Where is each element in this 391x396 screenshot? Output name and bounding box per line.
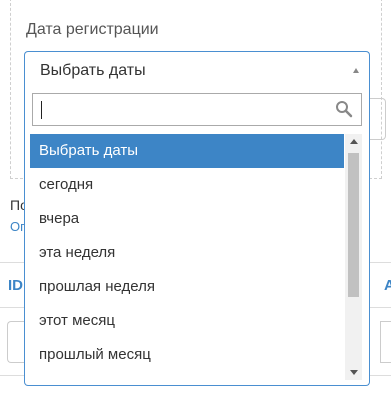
caret-up-icon[interactable]	[353, 68, 359, 73]
option-last-month[interactable]: прошлый месяц	[30, 338, 344, 372]
option-yesterday[interactable]: вчера	[30, 202, 344, 236]
search-icon	[336, 101, 353, 118]
date-range-select[interactable]: Выбрать даты	[24, 51, 370, 91]
option-today[interactable]: сегодня	[30, 168, 344, 202]
registration-date-label: Дата регистрации	[26, 21, 159, 38]
scroll-down-arrow-icon[interactable]	[350, 370, 358, 375]
option-month[interactable]: месяц	[30, 372, 344, 385]
partial-link[interactable]: Ог	[10, 219, 25, 234]
dropdown-search[interactable]	[32, 93, 362, 126]
adjacent-field[interactable]	[370, 98, 386, 140]
options-scrollbar[interactable]	[345, 134, 362, 380]
option-last-week[interactable]: прошлая неделя	[30, 270, 344, 304]
option-this-week[interactable]: эта неделя	[30, 236, 344, 270]
scroll-thumb[interactable]	[348, 153, 359, 297]
dropdown-search-input[interactable]	[33, 94, 333, 125]
date-range-dropdown: Выбрать даты сегодня вчера эта неделя пр…	[24, 90, 370, 386]
options-list: Выбрать даты сегодня вчера эта неделя пр…	[30, 134, 344, 385]
text-cursor	[41, 101, 42, 119]
table-header-id[interactable]: ID	[8, 277, 23, 294]
option-choose-dates[interactable]: Выбрать даты	[30, 134, 344, 168]
select-current-value: Выбрать даты	[40, 62, 146, 79]
table-header-right[interactable]: А	[384, 277, 391, 294]
option-this-month[interactable]: этот месяц	[30, 304, 344, 338]
scroll-up-arrow-icon[interactable]	[350, 139, 358, 144]
table-filter-input-right[interactable]	[380, 321, 391, 363]
